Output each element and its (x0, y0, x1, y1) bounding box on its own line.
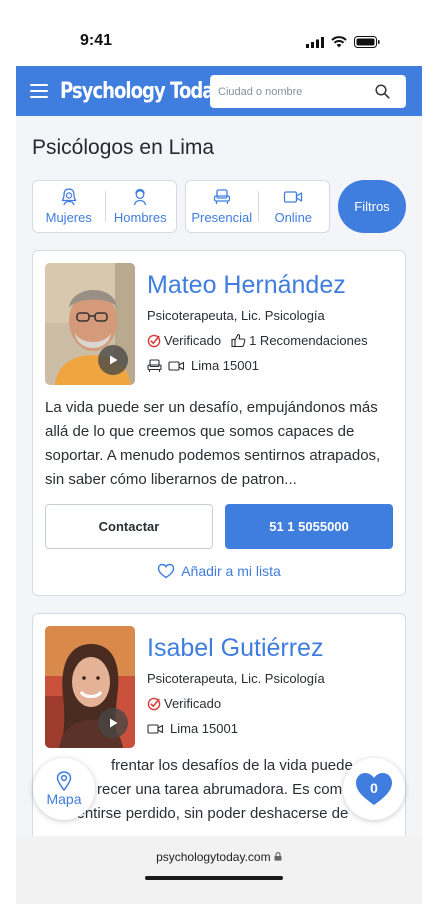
filters-button[interactable]: Filtros (338, 180, 406, 233)
gender-filter-group: Mujeres Hombres (32, 180, 177, 233)
filter-online[interactable]: Online (257, 181, 330, 232)
search-icon[interactable] (375, 84, 390, 99)
bio-line: sentirse perdido, sin poder deshacerse d… (69, 805, 349, 822)
search-box (210, 75, 406, 108)
verified-check-icon (147, 697, 161, 710)
therapist-bio-text: La vida puede ser un desafío, empujándon… (45, 399, 381, 488)
site-logo[interactable]: Psychology Today (60, 79, 225, 104)
screen-edge-right (422, 66, 438, 904)
filter-mujeres[interactable]: Mujeres (33, 181, 105, 232)
therapist-credentials: Psicoterapeuta, Lic. Psicología (147, 671, 325, 686)
wifi-icon (331, 36, 347, 48)
menu-icon[interactable] (30, 84, 48, 98)
filter-presencial-label: Presencial (191, 210, 253, 225)
therapist-card: Mateo Hernández Psicoterapeuta, Lic. Psi… (32, 250, 406, 596)
therapist-name[interactable]: Mateo Hernández (147, 271, 346, 300)
results-content: Psicólogos en Lima Mujeres Hombres Prese… (16, 116, 422, 836)
call-phone-button[interactable]: 51 1 5055000 (225, 504, 393, 549)
filter-online-label: Online (274, 210, 313, 225)
add-to-list-link[interactable]: Añadir a mi lista (33, 563, 405, 579)
location-label: Lima 15001 (191, 358, 259, 373)
cellular-signal-icon (306, 36, 324, 48)
recommendations-label: 1 Recomendaciones (249, 333, 368, 348)
search-input[interactable] (218, 85, 368, 98)
filter-presencial[interactable]: Presencial (186, 181, 258, 232)
add-to-list-label: Añadir a mi lista (181, 563, 281, 579)
home-indicator[interactable] (145, 876, 283, 880)
favorites-button[interactable]: 0 (343, 758, 405, 820)
therapist-location: Lima 15001 (147, 721, 238, 736)
therapist-badges: Verificado 1 Recomendaciones (147, 333, 378, 348)
video-icon (284, 191, 303, 203)
verified-label: Verificado (164, 333, 222, 348)
armchair-icon (147, 358, 162, 372)
site-header: Psychology Today (16, 66, 422, 116)
filter-hombres[interactable]: Hombres (104, 181, 177, 232)
filter-mujeres-label: Mujeres (45, 210, 92, 225)
video-icon (147, 723, 164, 734)
browser-url: psychologytoday.com (16, 850, 422, 864)
therapist-name[interactable]: Isabel Gutiérrez (147, 634, 323, 663)
therapist-location: Lima 15001 (147, 358, 259, 373)
map-button[interactable]: Mapa (33, 758, 95, 820)
phone-screen: 9:41 Psychology Today Psicólogos en Lima… (0, 0, 438, 904)
play-video-icon[interactable] (98, 345, 128, 375)
status-bar: 9:41 (0, 0, 438, 66)
play-video-icon[interactable] (98, 708, 128, 738)
verified-label: Verificado (164, 696, 222, 711)
therapist-photo[interactable] (45, 626, 135, 748)
therapist-photo[interactable] (45, 263, 135, 385)
female-icon (61, 188, 77, 206)
battery-icon (354, 36, 380, 48)
status-icons (306, 36, 380, 48)
heart-outline-icon (158, 563, 175, 579)
page-title: Psicólogos en Lima (32, 136, 215, 159)
map-pin-icon (56, 771, 72, 791)
verified-check-icon (147, 334, 161, 347)
filter-hombres-label: Hombres (113, 210, 167, 225)
video-icon (168, 360, 185, 371)
map-button-label: Mapa (46, 791, 82, 807)
status-time: 9:41 (80, 32, 113, 49)
therapist-badges: Verificado (147, 696, 231, 711)
session-type-filter-group: Presencial Online (185, 180, 330, 233)
location-label: Lima 15001 (170, 721, 238, 736)
therapist-credentials: Psicoterapeuta, Lic. Psicología (147, 308, 325, 323)
favorites-count: 0 (370, 780, 378, 796)
bio-line: frentar los desafíos de la vida puede (111, 757, 353, 774)
lock-icon (274, 852, 282, 861)
verified-badge: Verificado (147, 696, 221, 711)
verified-badge: Verificado (147, 333, 221, 348)
url-text: psychologytoday.com (156, 850, 271, 864)
armchair-icon (213, 189, 230, 204)
thumbs-up-icon (231, 333, 246, 348)
screen-edge-left (0, 66, 16, 904)
contact-button[interactable]: Contactar (45, 504, 213, 549)
male-icon (134, 188, 147, 206)
recommendations-badge: 1 Recomendaciones (231, 333, 368, 348)
therapist-bio[interactable]: La vida puede ser un desafío, empujándon… (45, 396, 397, 492)
browser-url-bar[interactable]: psychologytoday.com (16, 836, 422, 904)
